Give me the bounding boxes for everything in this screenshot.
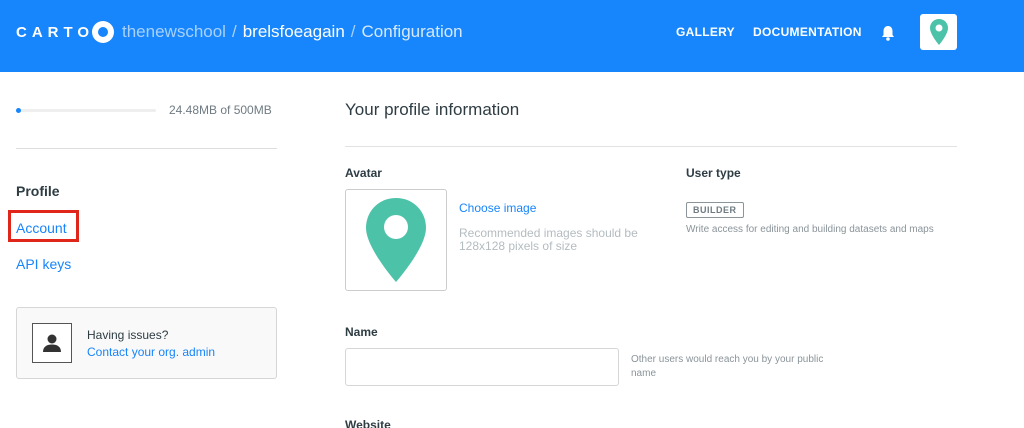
storage-usage: 24.48MB of 500MB [16,102,278,118]
nav-gallery-link[interactable]: GALLERY [676,25,735,39]
logo-text: CARTO [16,23,95,41]
storage-label: 24.48MB of 500MB [169,103,272,117]
bell-icon[interactable] [879,24,897,42]
breadcrumb-separator: / [350,22,356,41]
breadcrumb: thenewschool / brelsfoeagain / Configura… [122,22,463,42]
user-type-description: Write access for editing and building da… [686,224,934,235]
map-pin-icon [366,198,426,282]
breadcrumb-org[interactable]: thenewschool [122,22,226,42]
user-type-badge: BUILDER [686,202,744,218]
choose-image-link[interactable]: Choose image [459,201,536,215]
carto-logo[interactable]: CARTO [16,21,115,43]
main-divider [345,146,957,147]
website-label: Website [345,418,391,428]
avatar-label: Avatar [345,166,382,180]
sidebar-section-title: Profile [16,183,60,199]
storage-bar-fill [16,108,21,113]
avatar-preview[interactable] [345,189,447,291]
storage-bar [16,108,156,113]
highlight-annotation [8,210,79,242]
user-avatar-button[interactable] [920,14,957,50]
user-silhouette-icon [32,323,72,363]
breadcrumb-separator: / [231,22,237,41]
sidebar-divider [16,148,277,149]
user-type-label: User type [686,166,741,180]
sidebar-item-api-keys[interactable]: API keys [16,256,71,272]
contact-admin-link[interactable]: Contact your org. admin [87,345,215,359]
help-question: Having issues? [87,328,169,342]
nav-documentation-link[interactable]: DOCUMENTATION [753,25,862,39]
name-hint: Other users would reach you by your publ… [631,354,824,379]
map-pin-icon [929,19,948,45]
breadcrumb-user[interactable]: brelsfoeagain [243,22,345,42]
breadcrumb-page: Configuration [361,22,463,41]
avatar-hint: Recommended images should be 128x128 pix… [459,226,638,253]
help-box: Having issues? Contact your org. admin [16,307,277,379]
top-header: CARTO thenewschool / brelsfoeagain / Con… [0,0,1024,72]
name-label: Name [345,325,378,339]
page-title: Your profile information [345,100,520,119]
logo-dot-icon [92,21,115,43]
name-input[interactable] [345,348,619,386]
